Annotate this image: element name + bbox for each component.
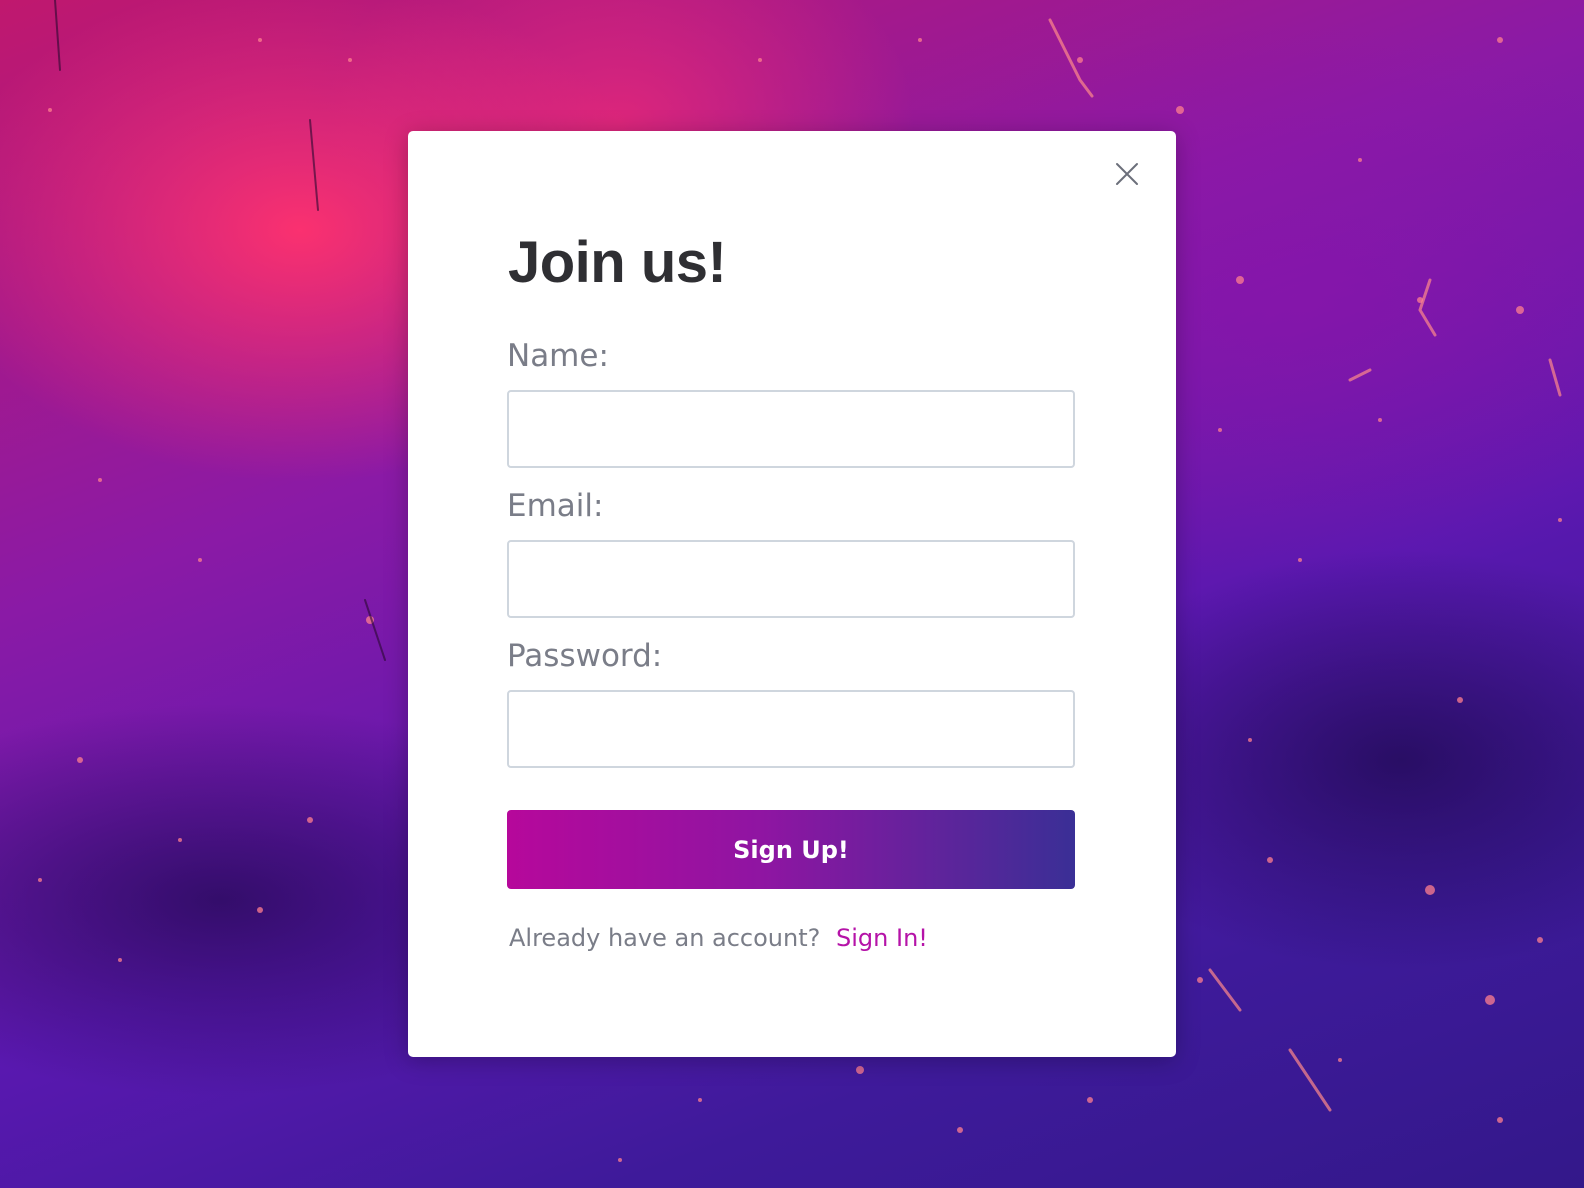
signup-modal: Join us! Name: Email: Password: Sign Up!… bbox=[408, 131, 1176, 1057]
signin-prompt-text: Already have an account? bbox=[509, 924, 821, 952]
close-icon bbox=[1116, 163, 1138, 185]
close-button[interactable] bbox=[1114, 161, 1140, 187]
email-label: Email: bbox=[507, 488, 604, 524]
name-input[interactable] bbox=[507, 390, 1075, 468]
modal-title: Join us! bbox=[508, 230, 727, 295]
sign-up-button[interactable]: Sign Up! bbox=[507, 810, 1075, 889]
sign-in-link[interactable]: Sign In! bbox=[836, 924, 928, 952]
signin-prompt: Already have an account? Sign In! bbox=[509, 924, 928, 952]
name-label: Name: bbox=[507, 338, 609, 374]
email-input[interactable] bbox=[507, 540, 1075, 618]
password-label: Password: bbox=[507, 638, 663, 674]
password-input[interactable] bbox=[507, 690, 1075, 768]
